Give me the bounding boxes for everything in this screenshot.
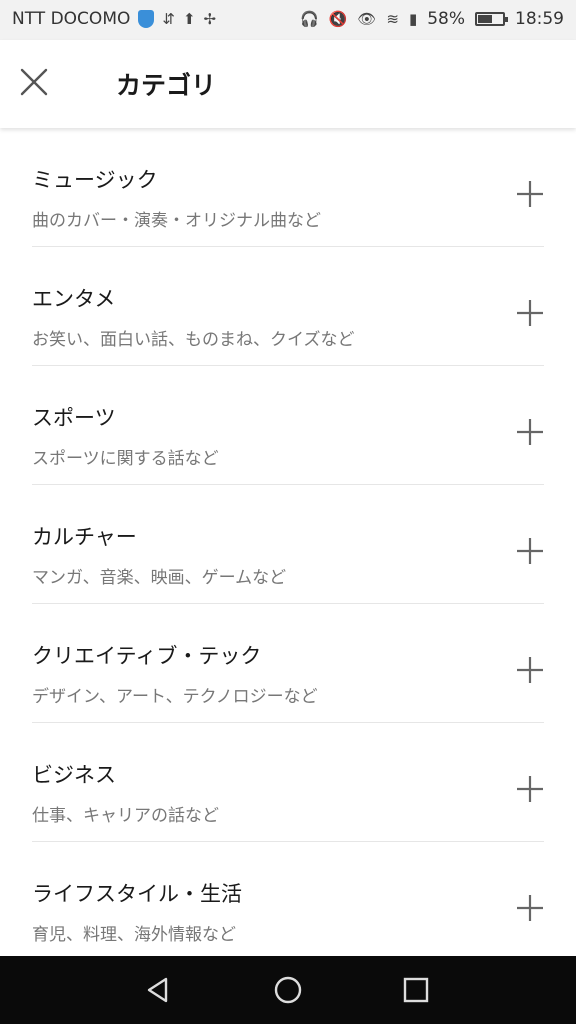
category-row[interactable]: クリエイティブ・テックデザイン、アート、テクノロジーなど	[32, 604, 544, 723]
close-icon	[20, 68, 48, 96]
carrier-label: NTT DOCOMO	[12, 9, 131, 29]
back-triangle-icon	[147, 977, 168, 1003]
add-category-button[interactable]	[516, 775, 544, 803]
category-title: ビジネス	[32, 763, 116, 787]
recents-square-icon	[403, 977, 429, 1003]
plus-icon	[517, 419, 543, 445]
category-row[interactable]: スポーツスポーツに関する話など	[32, 366, 544, 485]
category-subtitle: お笑い、面白い話、ものまね、クイズなど	[32, 330, 355, 350]
plus-icon	[517, 300, 543, 326]
category-title: スポーツ	[32, 406, 116, 430]
home-button[interactable]	[272, 974, 304, 1006]
home-circle-icon	[274, 976, 302, 1004]
add-category-button[interactable]	[516, 418, 544, 446]
shield-icon	[138, 10, 155, 28]
add-category-button[interactable]	[516, 537, 544, 565]
category-subtitle: 仕事、キャリアの話など	[32, 806, 219, 826]
status-bar-left: NTT DOCOMO ⇵ ⬆ ✢	[12, 9, 216, 29]
category-row[interactable]: カルチャーマンガ、音楽、映画、ゲームなど	[32, 485, 544, 604]
category-title: ミュージック	[32, 168, 158, 192]
close-button[interactable]	[14, 62, 54, 102]
page-title: カテゴリ	[116, 71, 217, 100]
clock: 18:59	[515, 9, 564, 29]
plus-icon	[517, 895, 543, 921]
app-bar: カテゴリ	[0, 40, 576, 128]
add-category-button[interactable]	[516, 180, 544, 208]
add-category-button[interactable]	[516, 299, 544, 327]
battery-icon	[475, 12, 508, 26]
signal-icon: ▮	[408, 10, 418, 28]
category-subtitle: デザイン、アート、テクノロジーなど	[32, 687, 318, 707]
category-title: ライフスタイル・生活	[32, 882, 242, 906]
category-title: エンタメ	[32, 287, 116, 311]
pinwheel-icon: ✢	[203, 10, 217, 28]
add-category-button[interactable]	[516, 656, 544, 684]
plus-icon	[517, 657, 543, 683]
battery-fill	[478, 15, 492, 23]
plus-icon	[517, 776, 543, 802]
add-category-button[interactable]	[516, 894, 544, 922]
category-subtitle: 育児、料理、海外情報など	[32, 925, 236, 945]
category-row[interactable]: ライフスタイル・生活育児、料理、海外情報など	[32, 842, 544, 961]
recents-button[interactable]	[400, 974, 432, 1006]
category-row[interactable]: エンタメお笑い、面白い話、ものまね、クイズなど	[32, 247, 544, 366]
plus-icon	[517, 181, 543, 207]
status-bar-right: 🎧 🔇 👁 ≋ ▮ 58% 18:59	[300, 9, 564, 29]
plus-icon	[517, 538, 543, 564]
headset-icon: 🎧	[299, 10, 319, 28]
category-subtitle: マンガ、音楽、映画、ゲームなど	[32, 568, 287, 588]
data-saver-icon: ⇵	[162, 10, 175, 28]
category-list: ミュージック曲のカバー・演奏・オリジナル曲などエンタメお笑い、面白い話、ものまね…	[0, 128, 576, 961]
upload-icon: ⬆	[182, 10, 196, 28]
category-row[interactable]: ビジネス仕事、キャリアの話など	[32, 723, 544, 842]
status-bar: NTT DOCOMO ⇵ ⬆ ✢ 🎧 🔇 👁 ≋ ▮ 58% 18:59	[0, 0, 576, 40]
back-button[interactable]	[143, 974, 175, 1006]
navigation-bar	[0, 956, 576, 1024]
battery-percent: 58%	[427, 9, 465, 29]
category-title: カルチャー	[32, 525, 137, 549]
wifi-icon: ≋	[386, 10, 399, 28]
category-subtitle: 曲のカバー・演奏・オリジナル曲など	[32, 211, 321, 231]
category-subtitle: スポーツに関する話など	[32, 449, 219, 469]
category-row[interactable]: ミュージック曲のカバー・演奏・オリジナル曲など	[32, 128, 544, 247]
mute-icon: 🔇	[328, 10, 348, 28]
eye-icon: 👁	[357, 10, 377, 28]
category-title: クリエイティブ・テック	[32, 644, 262, 668]
